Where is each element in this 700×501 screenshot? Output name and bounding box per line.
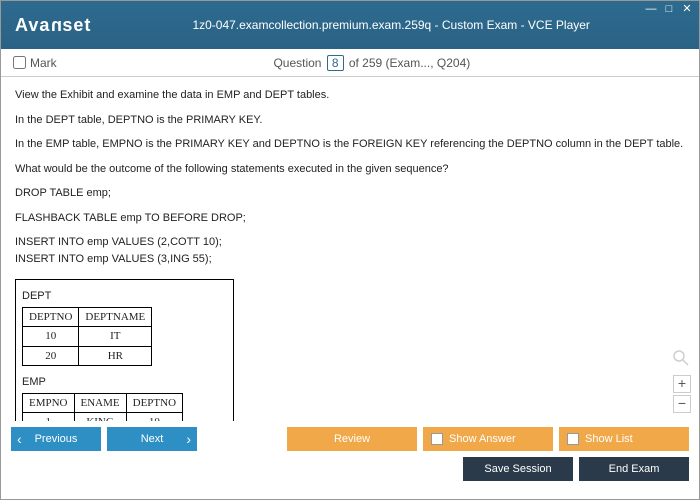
sql-statement: INSERT INTO emp VALUES (2,COTT 10); INSE… bbox=[15, 234, 685, 267]
show-list-button[interactable]: Show List bbox=[559, 427, 689, 451]
window-title: 1z0-047.examcollection.premium.exam.259q… bbox=[91, 18, 691, 32]
magnifier-icon[interactable] bbox=[673, 350, 689, 366]
next-button[interactable]: Next bbox=[107, 427, 197, 451]
app-logo: Avanset bbox=[9, 15, 91, 36]
question-text: What would be the outcome of the followi… bbox=[15, 161, 685, 178]
mark-checkbox[interactable] bbox=[13, 56, 26, 69]
dept-table: DEPTNODEPTNAME 10IT 20HR bbox=[22, 307, 152, 367]
window-controls: — □ ✕ bbox=[643, 3, 695, 17]
review-button[interactable]: Review bbox=[287, 427, 417, 451]
question-content: View the Exhibit and examine the data in… bbox=[1, 77, 699, 421]
close-icon[interactable]: ✕ bbox=[679, 3, 695, 17]
zoom-out-button[interactable]: − bbox=[673, 395, 691, 413]
question-text: In the DEPT table, DEPTNO is the PRIMARY… bbox=[15, 112, 685, 129]
titlebar: Avanset 1z0-047.examcollection.premium.e… bbox=[1, 1, 699, 49]
emp-label: EMP bbox=[22, 374, 183, 391]
maximize-icon[interactable]: □ bbox=[661, 3, 677, 17]
emp-table: EMPNOENAMEDEPTNO 1KING10 2HARI20 bbox=[22, 393, 183, 422]
show-answer-button[interactable]: Show Answer bbox=[423, 427, 553, 451]
question-indicator: Question 8 of 259 (Exam..., Q204) bbox=[57, 55, 687, 71]
footer: Previous Next Review Show Answer Show Li… bbox=[1, 421, 699, 501]
exhibit-tables: DEPT DEPTNODEPTNAME 10IT 20HR EMP EMPNOE… bbox=[15, 279, 234, 421]
minimize-icon[interactable]: — bbox=[643, 3, 659, 17]
question-number: 8 bbox=[327, 55, 344, 71]
question-text: View the Exhibit and examine the data in… bbox=[15, 87, 685, 104]
dept-label: DEPT bbox=[22, 288, 183, 305]
question-text: In the EMP table, EMPNO is the PRIMARY K… bbox=[15, 136, 685, 153]
sql-statement: FLASHBACK TABLE emp TO BEFORE DROP; bbox=[15, 210, 685, 227]
mark-label: Mark bbox=[30, 56, 57, 70]
checkbox-icon bbox=[431, 433, 443, 445]
sql-statement: DROP TABLE emp; bbox=[15, 185, 685, 202]
checkbox-icon bbox=[567, 433, 579, 445]
save-session-button[interactable]: Save Session bbox=[463, 457, 573, 481]
zoom-in-button[interactable]: + bbox=[673, 375, 691, 393]
question-bar: Mark Question 8 of 259 (Exam..., Q204) bbox=[1, 49, 699, 77]
end-exam-button[interactable]: End Exam bbox=[579, 457, 689, 481]
zoom-controls: + − bbox=[673, 350, 693, 416]
previous-button[interactable]: Previous bbox=[11, 427, 101, 451]
